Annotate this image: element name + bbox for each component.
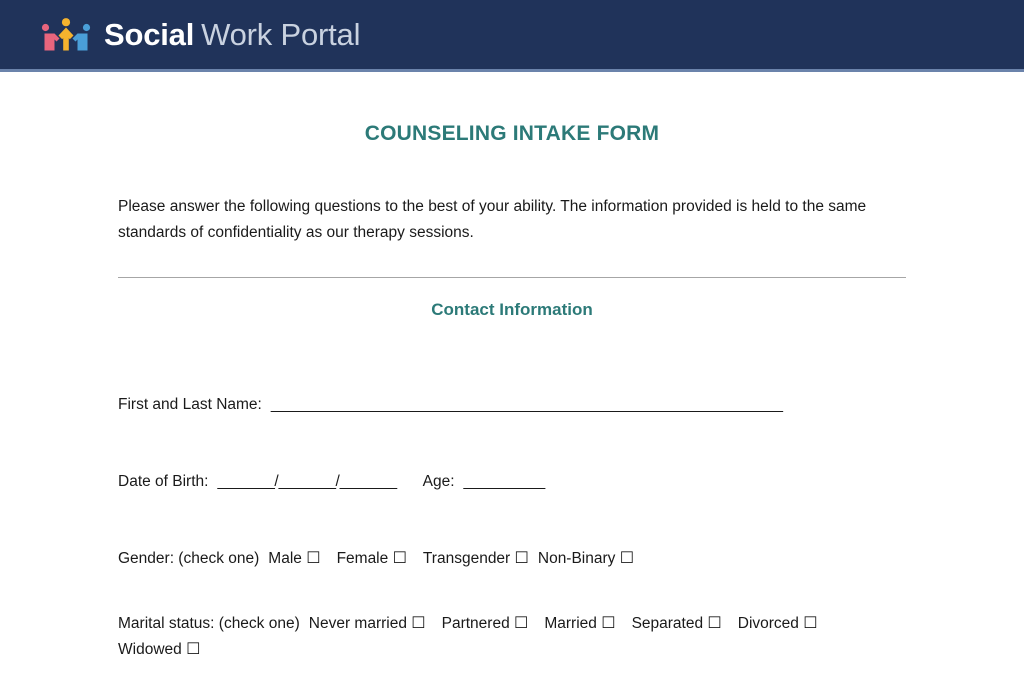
gender-option-male[interactable]: Male ☐ bbox=[268, 550, 320, 567]
gender-label: Gender: (check one) bbox=[118, 550, 260, 567]
form-document: COUNSELING INTAKE FORM Please answer the… bbox=[0, 122, 1024, 663]
checkbox-icon[interactable]: ☐ bbox=[411, 615, 425, 632]
marital-option-married[interactable]: Married ☐ bbox=[544, 615, 615, 632]
marital-option-partnered-label: Partnered bbox=[441, 615, 510, 632]
brand-logo[interactable]: Social Work Portal bbox=[38, 17, 360, 53]
checkbox-icon[interactable]: ☐ bbox=[514, 615, 528, 632]
marital-option-divorced[interactable]: Divorced ☐ bbox=[738, 615, 818, 632]
marital-option-married-label: Married bbox=[544, 615, 597, 632]
section-heading-contact-information: Contact Information bbox=[431, 300, 593, 319]
gender-option-non-binary-label: Non-Binary bbox=[537, 550, 616, 567]
brand-text: Social Work Portal bbox=[104, 19, 360, 50]
marital-option-separated[interactable]: Separated ☐ bbox=[632, 615, 722, 632]
name-label: First and Last Name: bbox=[118, 396, 262, 413]
gender-option-transgender[interactable]: Transgender ☐ bbox=[423, 550, 529, 567]
checkbox-icon[interactable]: ☐ bbox=[620, 550, 634, 567]
field-row-marital-status: Marital status: (check one) Never married… bbox=[118, 611, 906, 663]
gender-option-male-label: Male bbox=[268, 550, 302, 567]
gender-option-transgender-label: Transgender bbox=[422, 550, 511, 567]
gender-option-non-binary[interactable]: Non-Binary ☐ bbox=[538, 550, 634, 567]
three-people-holding-hands-icon bbox=[41, 17, 91, 50]
checkbox-icon[interactable]: ☐ bbox=[803, 615, 817, 632]
section-divider bbox=[118, 277, 906, 278]
checkbox-icon[interactable]: ☐ bbox=[707, 615, 721, 632]
brand-name-secondary: Work Portal bbox=[201, 17, 361, 52]
marital-option-partnered[interactable]: Partnered ☐ bbox=[442, 615, 529, 632]
checkbox-icon[interactable]: ☐ bbox=[515, 550, 529, 567]
gender-option-female[interactable]: Female ☐ bbox=[337, 550, 407, 567]
marital-option-widowed-label: Widowed bbox=[118, 641, 182, 658]
intro-paragraph: Please answer the following questions to… bbox=[118, 198, 867, 241]
checkbox-icon[interactable]: ☐ bbox=[306, 550, 320, 567]
dob-year-rule[interactable]: _______ bbox=[340, 473, 397, 490]
checkbox-icon[interactable]: ☐ bbox=[393, 550, 407, 567]
field-row-date-of-birth: Date of Birth: _______/_______/_______ Age… bbox=[118, 469, 906, 495]
checkbox-icon[interactable]: ☐ bbox=[186, 641, 200, 658]
marital-option-separated-label: Separated bbox=[631, 615, 704, 632]
brand-name-primary: Social bbox=[104, 17, 195, 52]
marital-option-widowed[interactable]: Widowed ☐ bbox=[118, 641, 200, 658]
dob-month-rule[interactable]: _______ bbox=[217, 473, 274, 490]
app-header: Social Work Portal bbox=[0, 0, 1024, 72]
checkbox-icon[interactable]: ☐ bbox=[601, 615, 615, 632]
field-row-gender: Gender: (check one) Male ☐ Female ☐ Transge… bbox=[118, 546, 906, 572]
marital-option-never-married-label: Never married bbox=[308, 615, 407, 632]
marital-option-never-married[interactable]: Never married ☐ bbox=[309, 615, 426, 632]
name-input-rule[interactable]: ________________________________________… bbox=[271, 396, 783, 413]
marital-label: Marital status: (check one) bbox=[118, 615, 300, 632]
age-input-rule[interactable]: __________ bbox=[464, 473, 546, 490]
age-label: Age: bbox=[422, 473, 455, 490]
field-row-name: First and Last Name: ____________________… bbox=[118, 392, 906, 418]
marital-option-divorced-label: Divorced bbox=[737, 615, 799, 632]
page-title: COUNSELING INTAKE FORM bbox=[364, 122, 660, 145]
dob-day-rule[interactable]: _______ bbox=[279, 473, 336, 490]
gender-option-female-label: Female bbox=[336, 550, 389, 567]
dob-label: Date of Birth: bbox=[118, 473, 209, 490]
